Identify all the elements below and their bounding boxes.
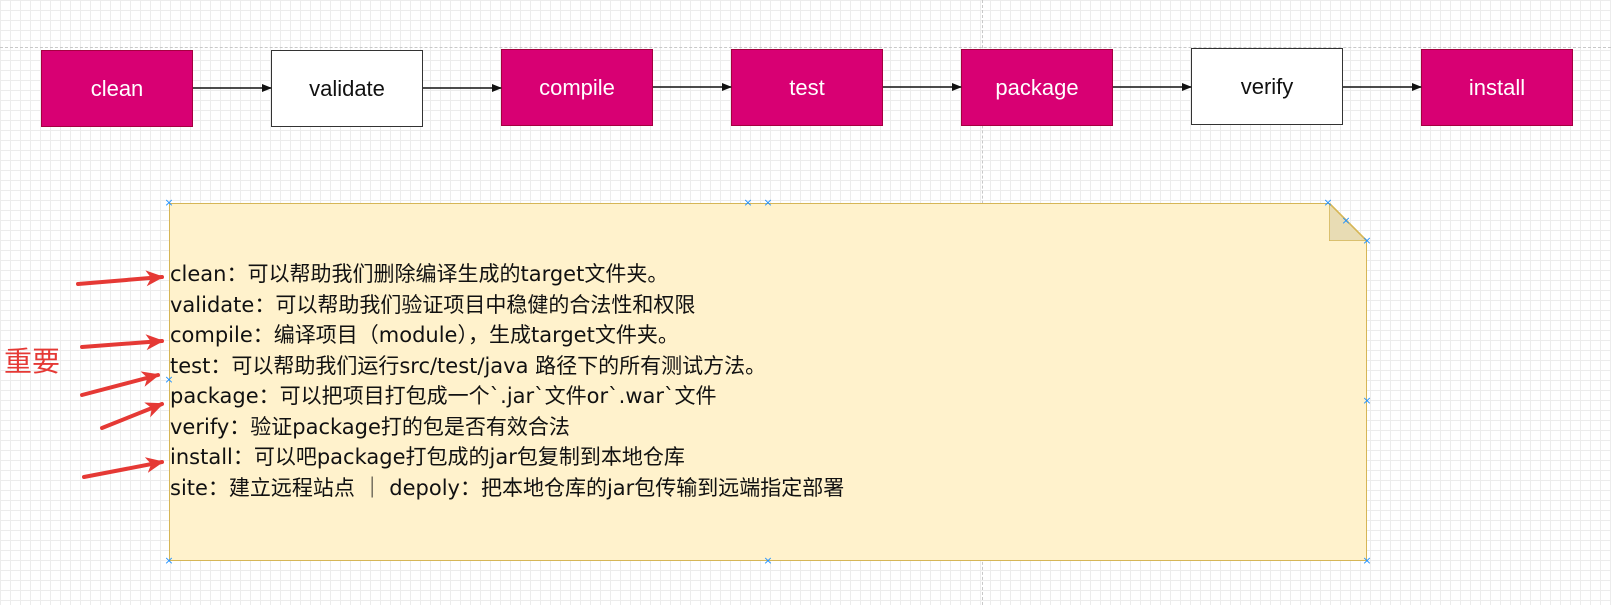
fold-handle[interactable]: × [1341, 215, 1351, 226]
note-line-package: package：可以把项目打包成一个`.jar`文件or`.war`文件 [170, 384, 717, 408]
note-text: clean：可以帮助我们删除编译生成的target文件夹。 validate：可… [170, 259, 844, 503]
resize-handle-top-mid-a[interactable]: × [743, 197, 753, 208]
resize-handle-top-mid-b[interactable]: × [763, 197, 773, 208]
note-line-compile: compile：编译项目（module），生成target文件夹。 [170, 323, 679, 347]
resize-handle-top-right[interactable]: × [1323, 197, 1333, 208]
important-label: 重要 [4, 345, 61, 378]
note-line-site: site：建立远程站点 ｜ depoly：把本地仓库的jar包传输到远端指定部署 [170, 475, 845, 500]
resize-handle-bottom-mid[interactable]: × [763, 555, 773, 566]
note-line-install: install：可以吧package打包成的jar包复制到本地仓库 [170, 445, 685, 469]
resize-handle-right-mid[interactable]: × [1362, 395, 1372, 406]
red-arrow-icon [82, 457, 164, 479]
resize-handle-bottom-left[interactable]: × [164, 555, 174, 566]
resize-handle-right-top[interactable]: × [1362, 235, 1372, 246]
red-arrow-icon [100, 402, 164, 430]
note-line-verify: verify：验证package打的包是否有效合法 [170, 414, 570, 439]
note-line-clean: clean：可以帮助我们删除编译生成的target文件夹。 [170, 262, 669, 286]
note-line-test: test：可以帮助我们运行src/test/java 路径下的所有测试方法。 [170, 353, 767, 378]
resize-handle-top-left[interactable]: × [164, 197, 174, 208]
red-arrow-icon [80, 371, 160, 397]
red-arrow-icon [80, 334, 164, 351]
resize-handle-bottom-right[interactable]: × [1362, 555, 1372, 566]
note-line-validate: validate：可以帮助我们验证项目中稳健的合法性和权限 [170, 292, 696, 317]
resize-handle-left-mid[interactable]: × [164, 374, 174, 385]
red-arrow-icon [76, 270, 164, 287]
